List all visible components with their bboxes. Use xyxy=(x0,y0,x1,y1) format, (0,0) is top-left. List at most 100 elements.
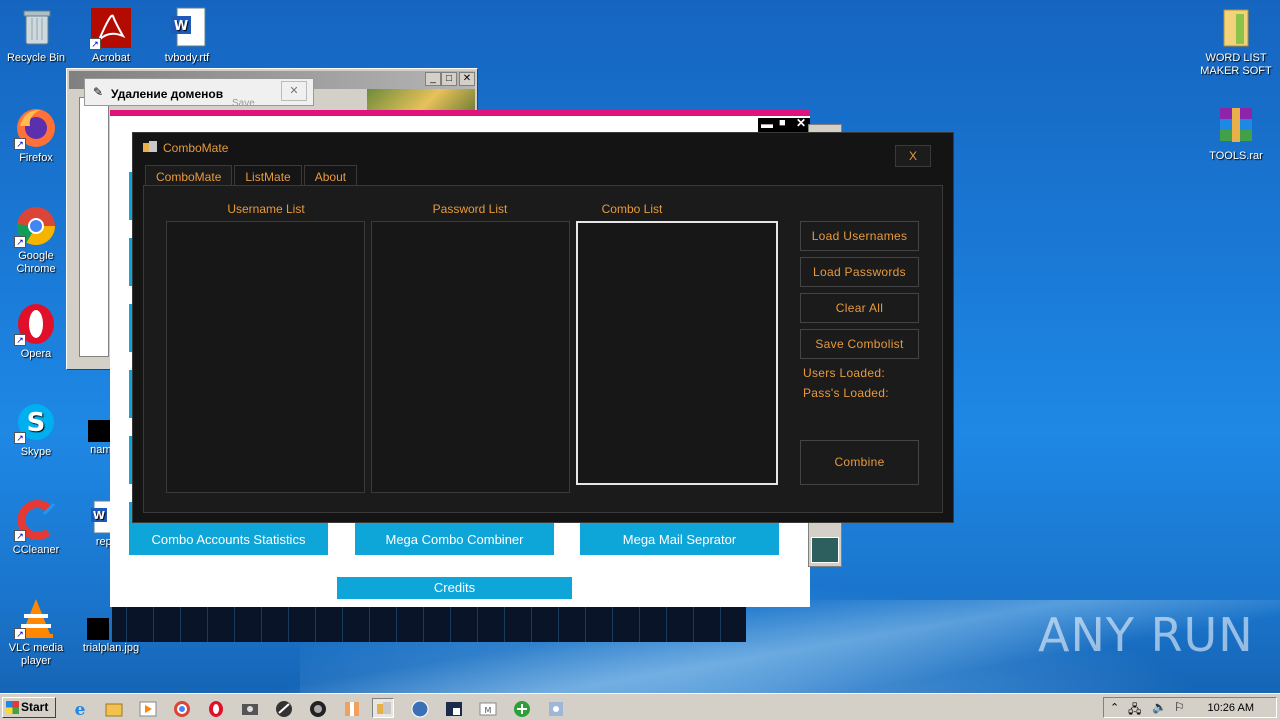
load-usernames-button[interactable]: Load Usernames xyxy=(800,221,919,251)
shortcut-arrow-icon: ↗ xyxy=(14,432,26,444)
desktop-icon-label: VLC media player xyxy=(8,642,64,667)
save-combolist-button[interactable]: Save Combolist xyxy=(800,329,919,359)
camera-icon[interactable] xyxy=(238,698,260,718)
desktop-icon-label: Opera xyxy=(20,348,52,360)
start-button[interactable]: Start xyxy=(2,697,56,718)
desktop-icon-label: TOOLS.rar xyxy=(1209,150,1263,162)
desktop-icon-vlc[interactable]: ↗ VLC media player xyxy=(0,596,72,668)
combo-accounts-statistics-button[interactable]: Combo Accounts Statistics xyxy=(129,520,328,555)
recycle-bin-icon xyxy=(14,6,58,50)
globe-app-icon[interactable] xyxy=(408,698,430,718)
black-file-icon xyxy=(88,420,110,442)
password-listbox[interactable] xyxy=(371,221,570,493)
desktop-icon-firefox[interactable]: ↗ Firefox xyxy=(0,106,72,165)
combomate-title: ComboMate xyxy=(163,141,229,155)
tab-about[interactable]: About xyxy=(303,165,358,187)
explorer-icon[interactable] xyxy=(102,698,124,718)
desktop-icon-chrome[interactable]: ↗ Google Chrome xyxy=(0,204,72,276)
desktop-icon-recycle-bin[interactable]: Recycle Bin xyxy=(0,6,72,65)
svg-text:e: e xyxy=(75,700,86,719)
volume-icon[interactable]: 🔈 xyxy=(1152,700,1167,714)
tab-listmate[interactable]: ListMate xyxy=(234,165,302,187)
start-label: Start xyxy=(21,700,49,714)
load-passwords-button[interactable]: Load Passwords xyxy=(800,257,919,287)
taskbar: Start e M ⌃ 🖧 🔈 ⚐ 10:26 AM xyxy=(0,693,1280,720)
svg-text:W: W xyxy=(93,509,105,522)
network-icon[interactable]: 🖧 xyxy=(1128,700,1141,720)
clock[interactable]: 10:26 AM xyxy=(1208,702,1254,714)
clear-all-button[interactable]: Clear All xyxy=(800,293,919,323)
credits-button[interactable]: Credits xyxy=(337,577,572,599)
mega-mail-seprator-button[interactable]: Mega Mail Seprator xyxy=(580,520,779,555)
desktop-icon-tvbody[interactable]: W tvbody.rtf xyxy=(151,6,223,65)
ccleaner-icon: ↗ xyxy=(14,498,58,542)
windows-logo-icon xyxy=(6,701,19,714)
desktop-icon-label: Recycle Bin xyxy=(6,52,66,64)
winrar-icon xyxy=(1214,104,1258,148)
combo-listbox[interactable] xyxy=(576,221,778,485)
pass-loaded-label: Pass's Loaded: xyxy=(803,386,889,400)
close-icon[interactable]: ✕ xyxy=(796,116,806,130)
shortcut-arrow-icon: ↗ xyxy=(14,334,26,346)
word-doc-icon: W xyxy=(165,6,209,50)
maximize-icon[interactable]: ■ xyxy=(779,117,786,129)
folder-icon xyxy=(1214,6,1258,50)
dark-app-icon[interactable] xyxy=(442,698,464,718)
quill-icon[interactable] xyxy=(272,698,294,718)
svg-text:S: S xyxy=(27,408,46,438)
chrome-icon: ↗ xyxy=(14,204,58,248)
minimize-icon[interactable]: _ xyxy=(425,72,441,86)
quill-icon: ✎ xyxy=(93,85,104,99)
misc-app-icon[interactable] xyxy=(544,698,566,718)
tool-app-icon[interactable] xyxy=(306,698,328,718)
desktop-icon-acrobat[interactable]: ↗ Acrobat xyxy=(75,6,147,65)
desktop-icon-tools-rar[interactable]: TOOLS.rar xyxy=(1200,104,1272,163)
background-list xyxy=(79,97,109,357)
opera-icon: ↗ xyxy=(14,302,58,346)
anyrun-watermark: ANY RUN xyxy=(1038,608,1254,662)
desktop-icon-word-list-maker[interactable]: WORD LIST MAKER SOFT xyxy=(1198,6,1274,78)
close-icon[interactable]: ✕ xyxy=(281,81,307,101)
desktop-icon-label: Firefox xyxy=(19,152,53,164)
desktop-icon-label: Skype xyxy=(20,446,52,458)
combine-button[interactable]: Combine xyxy=(800,440,919,485)
opera-icon[interactable] xyxy=(204,698,226,718)
mail-app-icon[interactable]: M xyxy=(476,698,498,718)
maximize-icon[interactable]: □ xyxy=(441,72,457,86)
close-button[interactable]: X xyxy=(895,145,931,167)
desktop-icon-label: trialplan.jpg xyxy=(82,642,140,654)
shortcut-arrow-icon: ↗ xyxy=(14,138,26,150)
vlc-icon: ↗ xyxy=(14,596,58,640)
shortcut-arrow-icon: ↗ xyxy=(14,530,26,542)
close-icon[interactable]: ✕ xyxy=(459,72,475,86)
desktop-icon-label: tvbody.rtf xyxy=(164,52,210,64)
media-player-icon[interactable] xyxy=(136,698,158,718)
desktop-icon-opera[interactable]: ↗ Opera xyxy=(0,302,72,361)
archive-app-icon[interactable] xyxy=(340,698,362,718)
desktop-icon-label: CCleaner xyxy=(12,544,60,556)
shortcut-arrow-icon: ↗ xyxy=(89,38,101,50)
combomate-panel: Username List Password List Combo List L… xyxy=(143,185,943,513)
background-dark-strip xyxy=(112,607,746,642)
tab-combomate[interactable]: ComboMate xyxy=(145,165,233,187)
ie-icon[interactable]: e xyxy=(68,698,90,720)
combomate-taskbar-icon[interactable] xyxy=(372,698,394,718)
app-icon xyxy=(143,141,157,153)
acrobat-icon: ↗ xyxy=(89,6,133,50)
dialog-title: Удаление доменов xyxy=(111,87,224,101)
firefox-icon: ↗ xyxy=(14,106,58,150)
mega-combo-combiner-button[interactable]: Mega Combo Combiner xyxy=(355,520,554,555)
chevron-up-icon[interactable]: ⌃ xyxy=(1110,701,1119,714)
minimize-icon[interactable]: ▬ xyxy=(761,117,773,131)
flag-icon[interactable]: ⚐ xyxy=(1174,700,1185,714)
username-listbox[interactable] xyxy=(166,221,365,493)
desktop-icon-label: Acrobat xyxy=(92,52,130,64)
background-window-panel xyxy=(811,537,839,563)
chrome-icon[interactable] xyxy=(170,698,192,718)
username-list-label: Username List xyxy=(227,202,305,216)
add-app-icon[interactable] xyxy=(510,698,532,718)
desktop-icon-label: WORD LIST MAKER SOFT xyxy=(1200,52,1272,77)
domain-removal-dialog[interactable]: ✎ Удаление доменов ✕ xyxy=(84,78,314,106)
desktop-icon-label: Google Chrome xyxy=(16,250,56,275)
combomate-window[interactable]: ComboMate X ComboMate ListMate About Use… xyxy=(132,132,954,523)
